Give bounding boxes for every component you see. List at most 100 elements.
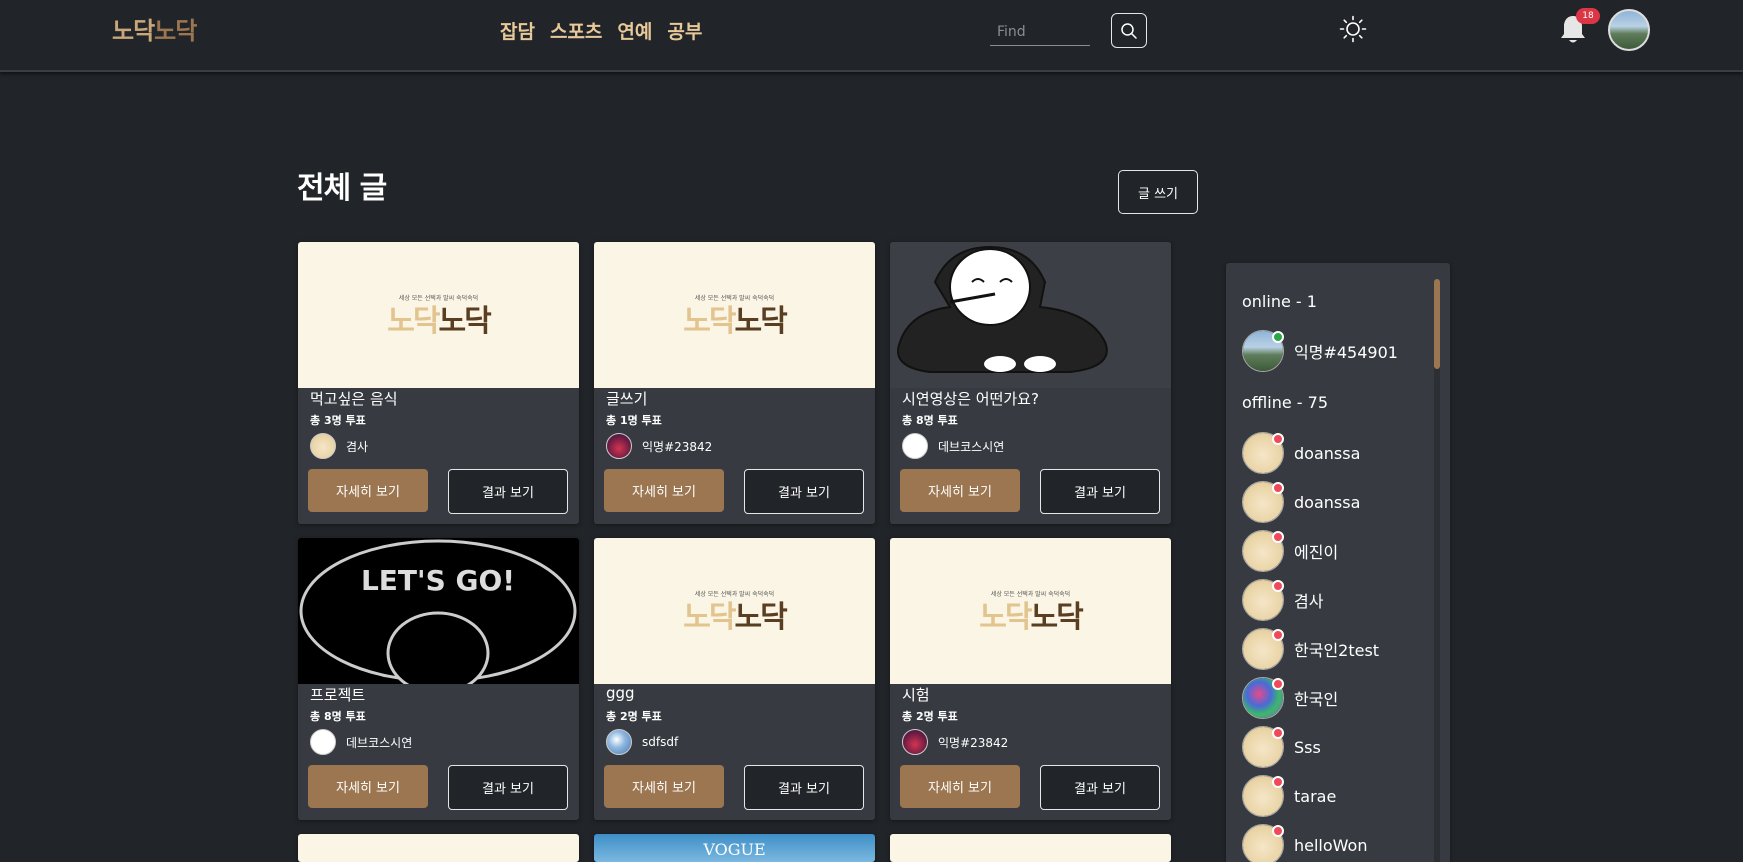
post-author: 데브코스시연 xyxy=(902,433,1004,459)
post-title[interactable]: 시험 xyxy=(902,684,930,705)
detail-button[interactable]: 자세히 보기 xyxy=(900,765,1020,808)
post-card: 세상 모든 선택과 말씨 숙덕숙덕 노닥노닥 먹고싶은 음식 총 3명 투표 겸… xyxy=(298,242,579,524)
result-button[interactable]: 결과 보기 xyxy=(1040,469,1160,514)
offline-user-item[interactable]: 겸사 xyxy=(1242,579,1323,621)
post-thumbnail: 세상 모든 선택과 말씨 숙덕숙덕 노닥노닥 xyxy=(298,242,579,388)
post-thumbnail: LET'S GO! xyxy=(298,538,579,684)
theme-toggle-button[interactable] xyxy=(1338,14,1368,44)
online-heading: online - 1 xyxy=(1242,292,1317,311)
nav-sports[interactable]: 스포츠 xyxy=(550,17,602,44)
detail-button[interactable]: 자세히 보기 xyxy=(900,469,1020,512)
post-title[interactable]: 글쓰기 xyxy=(606,388,647,409)
result-button[interactable]: 결과 보기 xyxy=(744,469,864,514)
offline-status-dot xyxy=(1272,580,1284,592)
offline-status-dot xyxy=(1272,776,1284,788)
detail-button[interactable]: 자세히 보기 xyxy=(604,469,724,512)
nav-chat[interactable]: 잡담 xyxy=(500,17,535,44)
user-avatar xyxy=(1242,481,1284,523)
post-title[interactable]: 프로젝트 xyxy=(310,684,365,705)
offline-status-dot xyxy=(1272,531,1284,543)
user-avatar xyxy=(1242,775,1284,817)
result-button[interactable]: 결과 보기 xyxy=(1040,765,1160,810)
post-thumbnail xyxy=(890,242,1171,388)
offline-heading: offline - 75 xyxy=(1242,393,1328,412)
post-card-partial xyxy=(298,834,579,862)
user-name: helloWon xyxy=(1294,835,1368,855)
offline-status-dot xyxy=(1272,678,1284,690)
post-title[interactable]: ggg xyxy=(606,684,635,702)
post-card: 세상 모든 선택과 말씨 숙덕숙덕 노닥노닥 ggg 총 2명 투표 sdfsd… xyxy=(594,538,875,820)
thumbnail-tagline: 세상 모든 선택과 말씨 숙덕숙덕 xyxy=(398,294,479,302)
vogue-thumbnail-text: VOGUE xyxy=(703,840,766,859)
post-author: 겸사 xyxy=(310,433,368,459)
search-button[interactable] xyxy=(1111,13,1147,48)
profile-avatar[interactable] xyxy=(1608,9,1650,51)
author-name: 데브코스시연 xyxy=(346,735,413,750)
offline-user-item[interactable]: doanssa xyxy=(1242,432,1360,474)
author-avatar xyxy=(310,729,336,755)
user-list-scrollbar[interactable] xyxy=(1434,279,1440,862)
author-avatar xyxy=(310,433,336,459)
search-input[interactable] xyxy=(990,19,1090,46)
post-title[interactable]: 먹고싶은 음식 xyxy=(310,388,398,409)
offline-status-dot xyxy=(1272,727,1284,739)
post-thumbnail: 세상 모든 선택과 말씨 숙덕숙덕 노닥노닥 xyxy=(594,538,875,684)
result-button[interactable]: 결과 보기 xyxy=(744,765,864,810)
offline-status-dot xyxy=(1272,482,1284,494)
post-author: sdfsdf xyxy=(606,729,678,755)
post-title[interactable]: 시연영상은 어떤가요? xyxy=(902,388,1039,409)
author-name: 데브코스시연 xyxy=(938,439,1005,454)
offline-status-dot xyxy=(1272,825,1284,837)
detail-button[interactable]: 자세히 보기 xyxy=(308,469,428,512)
category-nav: 잡담 스포츠 연예 공부 xyxy=(500,17,702,44)
post-author: 익명#23842 xyxy=(902,729,1008,755)
user-avatar xyxy=(1242,824,1284,862)
scrollbar-thumb[interactable] xyxy=(1434,279,1440,369)
offline-user-item[interactable]: 한국인 xyxy=(1242,677,1338,719)
vote-count: 총 2명 투표 xyxy=(902,710,958,723)
result-button[interactable]: 결과 보기 xyxy=(448,469,568,514)
user-avatar xyxy=(1242,530,1284,572)
thumbnail-logo: 노닥노닥 xyxy=(683,599,787,635)
top-navbar: 노닥 노닥 잡담 스포츠 연예 공부 Find 18 xyxy=(0,0,1743,72)
vote-count: 총 1명 투표 xyxy=(606,414,662,427)
notification-count-badge: 18 xyxy=(1576,8,1600,24)
offline-user-item[interactable]: 한국인2test xyxy=(1242,628,1379,670)
author-avatar xyxy=(606,433,632,459)
user-name: 한국인2test xyxy=(1294,641,1380,660)
user-avatar xyxy=(1242,677,1284,719)
offline-user-item[interactable]: Sss xyxy=(1242,726,1321,768)
offline-user-item[interactable]: doanssa xyxy=(1242,481,1360,523)
logo-text-1: 노닥 xyxy=(112,16,155,45)
user-name: Sss xyxy=(1294,737,1321,757)
post-card: 세상 모든 선택과 말씨 숙덕숙덕 노닥노닥 시험 총 2명 투표 익명#238… xyxy=(890,538,1171,820)
detail-button[interactable]: 자세히 보기 xyxy=(604,765,724,808)
author-avatar xyxy=(902,729,928,755)
offline-status-dot xyxy=(1272,433,1284,445)
user-name: doanssa xyxy=(1294,492,1361,512)
result-button[interactable]: 결과 보기 xyxy=(448,765,568,810)
nav-entertainment[interactable]: 연예 xyxy=(617,17,652,44)
post-author: 익명#23842 xyxy=(606,433,712,459)
author-name: 익명#23842 xyxy=(938,735,1009,750)
site-logo[interactable]: 노닥 노닥 xyxy=(112,13,197,45)
thumbnail-tagline: 세상 모든 선택과 말씨 숙덕숙덕 xyxy=(694,590,775,598)
vote-count: 총 3명 투표 xyxy=(310,414,366,427)
user-name: tarae xyxy=(1294,786,1337,806)
write-post-button[interactable]: 글 쓰기 xyxy=(1118,170,1198,214)
author-name: 겸사 xyxy=(346,439,369,454)
vote-count: 총 2명 투표 xyxy=(606,710,662,723)
online-user-item[interactable]: 익명#454901 xyxy=(1242,330,1398,372)
user-avatar xyxy=(1242,330,1284,372)
thumbnail-logo: 노닥노닥 xyxy=(979,599,1083,635)
offline-user-item[interactable]: 에진이 xyxy=(1242,530,1338,572)
detail-button[interactable]: 자세히 보기 xyxy=(308,765,428,808)
nav-study[interactable]: 공부 xyxy=(667,17,702,44)
post-author: 데브코스시연 xyxy=(310,729,412,755)
user-name: 에진이 xyxy=(1294,543,1339,562)
offline-user-item[interactable]: tarae xyxy=(1242,775,1336,817)
post-thumbnail: 세상 모든 선택과 말씨 숙덕숙덕 노닥노닥 xyxy=(890,538,1171,684)
offline-user-item[interactable]: helloWon xyxy=(1242,824,1367,862)
offline-status-dot xyxy=(1272,629,1284,641)
author-avatar xyxy=(902,433,928,459)
